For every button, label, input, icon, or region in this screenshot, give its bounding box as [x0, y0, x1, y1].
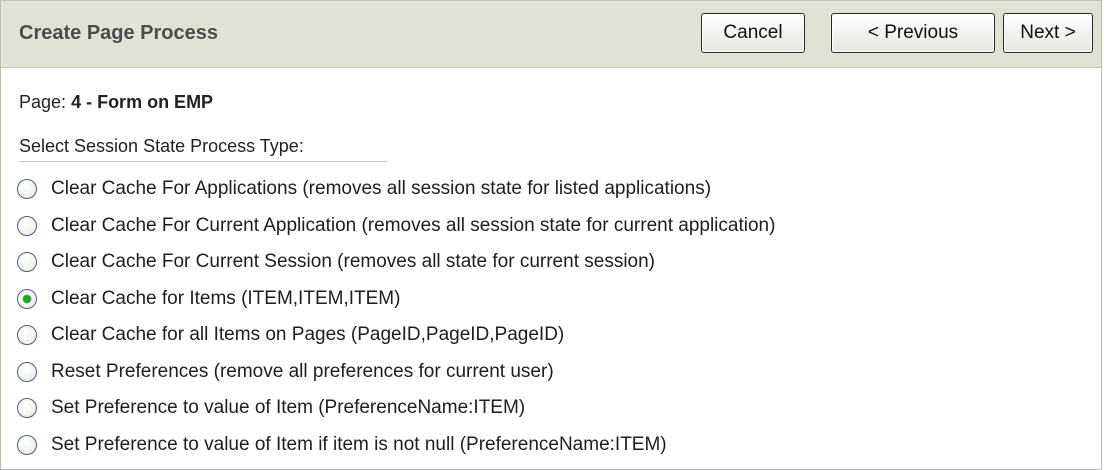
page-info: Page: 4 - Form on EMP: [19, 92, 213, 113]
page-label: Page:: [19, 92, 67, 112]
radio-option-clear-cache-applications[interactable]: Clear Cache For Applications (removes al…: [17, 171, 775, 208]
radio-button[interactable]: [17, 288, 37, 309]
radio-option-clear-cache-current-application[interactable]: Clear Cache For Current Application (rem…: [17, 208, 775, 245]
radio-button[interactable]: [17, 252, 37, 273]
radio-option-set-preference[interactable]: Set Preference to value of Item (Prefere…: [17, 390, 775, 427]
radio-option-label[interactable]: Clear Cache for Items (ITEM,ITEM,ITEM): [51, 288, 400, 310]
radio-option-label[interactable]: Clear Cache For Current Session (removes…: [51, 251, 655, 273]
radio-button[interactable]: [17, 434, 37, 455]
radio-option-label[interactable]: Clear Cache for all Items on Pages (Page…: [51, 324, 564, 346]
process-type-radio-group: Clear Cache For Applications (removes al…: [17, 171, 775, 463]
process-type-label: Select Session State Process Type:: [19, 136, 387, 162]
page-value: 4 - Form on EMP: [71, 92, 214, 112]
radio-option-label[interactable]: Set Preference to value of Item (Prefere…: [51, 397, 525, 419]
radio-button[interactable]: [17, 361, 37, 382]
radio-button[interactable]: [17, 179, 37, 200]
radio-option-label[interactable]: Reset Preferences (remove all preference…: [51, 361, 554, 383]
radio-option-clear-cache-pages[interactable]: Clear Cache for all Items on Pages (Page…: [17, 317, 775, 354]
next-button[interactable]: Next >: [1003, 13, 1093, 53]
radio-option-reset-preferences[interactable]: Reset Preferences (remove all preference…: [17, 354, 775, 391]
create-page-process-panel: Create Page Process Cancel < Previous Ne…: [0, 0, 1102, 470]
previous-button[interactable]: < Previous: [831, 13, 995, 53]
radio-option-label[interactable]: Set Preference to value of Item if item …: [51, 434, 667, 456]
radio-button[interactable]: [17, 215, 37, 236]
cancel-button[interactable]: Cancel: [701, 13, 805, 53]
radio-option-clear-cache-current-session[interactable]: Clear Cache For Current Session (removes…: [17, 244, 775, 281]
panel-title: Create Page Process: [19, 22, 219, 44]
radio-button[interactable]: [17, 398, 37, 419]
radio-option-clear-cache-items[interactable]: Clear Cache for Items (ITEM,ITEM,ITEM): [17, 281, 775, 318]
radio-option-set-preference-not-null[interactable]: Set Preference to value of Item if item …: [17, 427, 775, 464]
radio-button[interactable]: [17, 325, 37, 346]
panel-header: Create Page Process Cancel < Previous Ne…: [1, 1, 1101, 68]
radio-option-label[interactable]: Clear Cache For Applications (removes al…: [51, 178, 711, 200]
radio-option-label[interactable]: Clear Cache For Current Application (rem…: [51, 215, 775, 237]
